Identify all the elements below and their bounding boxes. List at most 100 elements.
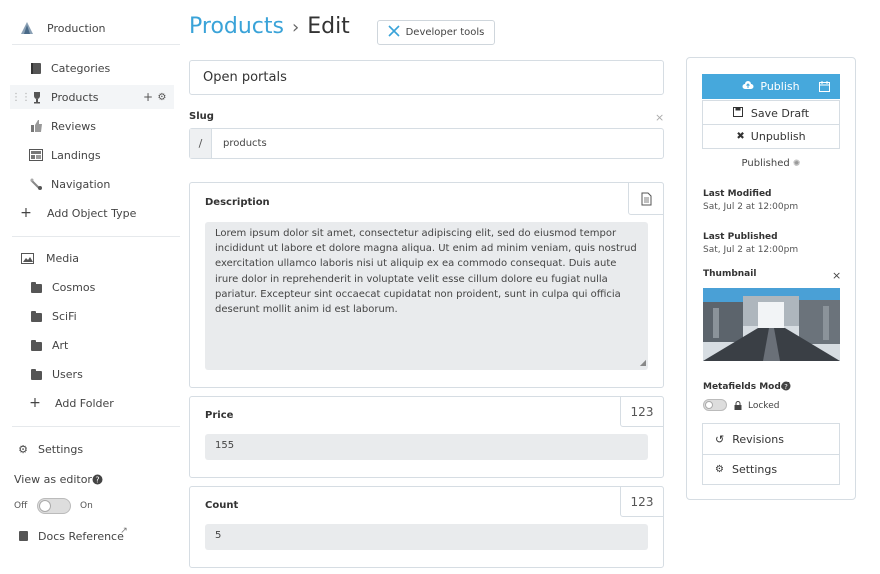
slug-prefix: / xyxy=(190,129,212,158)
help-icon[interactable]: ? xyxy=(90,472,104,486)
history-icon: ↺ xyxy=(715,432,725,446)
last-published-value: Sat, Jul 2 at 12:00pm xyxy=(703,245,799,255)
unpublish-button[interactable]: ✖ Unpublish xyxy=(702,124,840,149)
view-as-editor-toggle[interactable] xyxy=(37,498,71,514)
book-icon xyxy=(29,61,43,75)
thumbnail-label: Thumbnail xyxy=(703,269,757,279)
folder-item[interactable]: SciFi xyxy=(0,304,180,328)
developer-tools-label: Developer tools xyxy=(405,27,485,38)
publish-panel: Publish Save Draft ✖ Unpublish Published… xyxy=(686,57,856,500)
image-icon xyxy=(20,251,34,265)
folder-label: SciFi xyxy=(52,309,77,323)
app-title: Production xyxy=(47,21,106,35)
locked-label: Locked xyxy=(748,401,780,411)
publish-button[interactable]: Publish xyxy=(702,74,840,99)
metafields-model-label: Metafields Model xyxy=(703,382,790,392)
main-content: Products › Edit Developer tools Open porta… xyxy=(189,0,669,574)
app-logo-icon xyxy=(20,21,34,35)
sidebar-item-label: Categories xyxy=(51,61,111,75)
price-card: Price 123 155 xyxy=(189,396,664,478)
app-header[interactable]: Production xyxy=(0,16,180,40)
thumbnail-image[interactable] xyxy=(703,288,840,361)
book-icon xyxy=(16,529,30,543)
folder-label: Cosmos xyxy=(52,280,96,294)
save-draft-label: Save Draft xyxy=(750,106,810,120)
document-icon[interactable] xyxy=(628,182,664,215)
folder-item[interactable]: Art xyxy=(0,333,180,357)
page-title: Products › Edit xyxy=(189,14,350,39)
add-object-type-button[interactable]: + Add Object Type xyxy=(0,201,180,225)
toggle-on-label: On xyxy=(80,501,93,511)
gear-icon: ⚙ xyxy=(715,464,724,475)
slug-input-value: products xyxy=(223,138,267,149)
revisions-button[interactable]: ↺ Revisions xyxy=(702,423,840,454)
gear-icon[interactable]: ⚙ xyxy=(155,90,169,104)
lock-icon xyxy=(734,400,742,413)
status-icon: ✺ xyxy=(792,159,801,169)
save-draft-button[interactable]: Save Draft xyxy=(702,100,840,125)
last-modified-value: Sat, Jul 2 at 12:00pm xyxy=(703,202,799,212)
status-text: Published xyxy=(741,158,790,169)
add-folder-button[interactable]: + Add Folder xyxy=(0,391,180,415)
developer-tools-button[interactable]: Developer tools xyxy=(377,20,495,45)
publish-label: Publish xyxy=(760,80,800,93)
folder-label: Art xyxy=(52,338,69,352)
help-icon[interactable]: ? xyxy=(781,381,791,394)
sidebar-item-settings[interactable]: ⚙ Settings xyxy=(0,437,180,461)
price-input[interactable]: 155 xyxy=(205,434,648,460)
add-icon[interactable]: + xyxy=(141,90,155,104)
gear-icon: ⚙ xyxy=(18,442,28,456)
sidebar-item-categories[interactable]: Categories xyxy=(0,56,180,80)
revisions-label: Revisions xyxy=(732,432,784,446)
folder-icon xyxy=(29,339,43,353)
breadcrumb-current: Edit xyxy=(307,14,350,39)
add-object-type-label: Add Object Type xyxy=(47,206,137,220)
divider xyxy=(12,426,180,427)
plus-icon: + xyxy=(20,205,32,221)
description-card: Description Lorem ipsum dolor sit amet, … xyxy=(189,182,664,388)
folder-icon xyxy=(29,310,43,324)
breadcrumb[interactable]: Products xyxy=(189,14,284,39)
object-settings-button[interactable]: ⚙ Settings xyxy=(702,454,840,485)
number-badge: 123 xyxy=(620,396,664,427)
last-modified-label: Last Modified xyxy=(703,189,772,199)
remove-thumbnail-icon[interactable]: × xyxy=(832,269,841,282)
sidebar-item-reviews[interactable]: Reviews xyxy=(0,114,180,138)
slug-field[interactable]: / products xyxy=(189,128,664,159)
add-folder-label: Add Folder xyxy=(55,396,114,410)
description-textarea[interactable]: Lorem ipsum dolor sit amet, consectetur … xyxy=(205,222,648,370)
sidebar-item-label: Media xyxy=(46,251,80,265)
toggle-off-label: Off xyxy=(14,501,28,511)
divider xyxy=(12,236,180,237)
sidebar-item-landings[interactable]: Landings xyxy=(0,143,180,167)
save-icon xyxy=(732,106,743,120)
metafields-toggle[interactable] xyxy=(703,399,727,411)
sidebar-item-products[interactable]: ⋮⋮ Products + ⚙ xyxy=(10,85,174,109)
resize-handle-icon[interactable]: ◢ xyxy=(640,355,646,370)
description-text: Lorem ipsum dolor sit amet, consectetur … xyxy=(215,228,637,316)
drag-handle-icon[interactable]: ⋮⋮ xyxy=(11,90,31,104)
folder-item[interactable]: Users xyxy=(0,362,180,386)
navigation-icon xyxy=(29,177,43,191)
count-input[interactable]: 5 xyxy=(205,524,648,550)
unpublish-label: Unpublish xyxy=(750,130,806,143)
docs-reference-link[interactable]: Docs Reference ↗ xyxy=(0,524,180,548)
trophy-icon xyxy=(30,90,44,104)
price-value: 155 xyxy=(215,440,235,451)
thumbs-up-icon xyxy=(29,119,43,133)
status-row: Published ✺ xyxy=(687,158,855,169)
price-label: Price xyxy=(205,410,234,421)
breadcrumb-separator: › xyxy=(292,17,300,38)
sidebar-item-navigation[interactable]: Navigation xyxy=(0,172,180,196)
count-card: Count 123 5 xyxy=(189,486,664,568)
folder-item[interactable]: Cosmos xyxy=(0,275,180,299)
description-label: Description xyxy=(205,197,270,208)
calendar-icon[interactable] xyxy=(819,81,830,95)
sidebar-item-media[interactable]: Media xyxy=(0,246,180,270)
clear-icon[interactable]: × xyxy=(655,111,664,124)
count-label: Count xyxy=(205,500,239,511)
title-input[interactable]: Open portals xyxy=(189,60,664,95)
editor-toggle-row: Off On xyxy=(0,494,180,518)
tools-icon xyxy=(388,25,400,40)
folder-icon xyxy=(29,281,43,295)
